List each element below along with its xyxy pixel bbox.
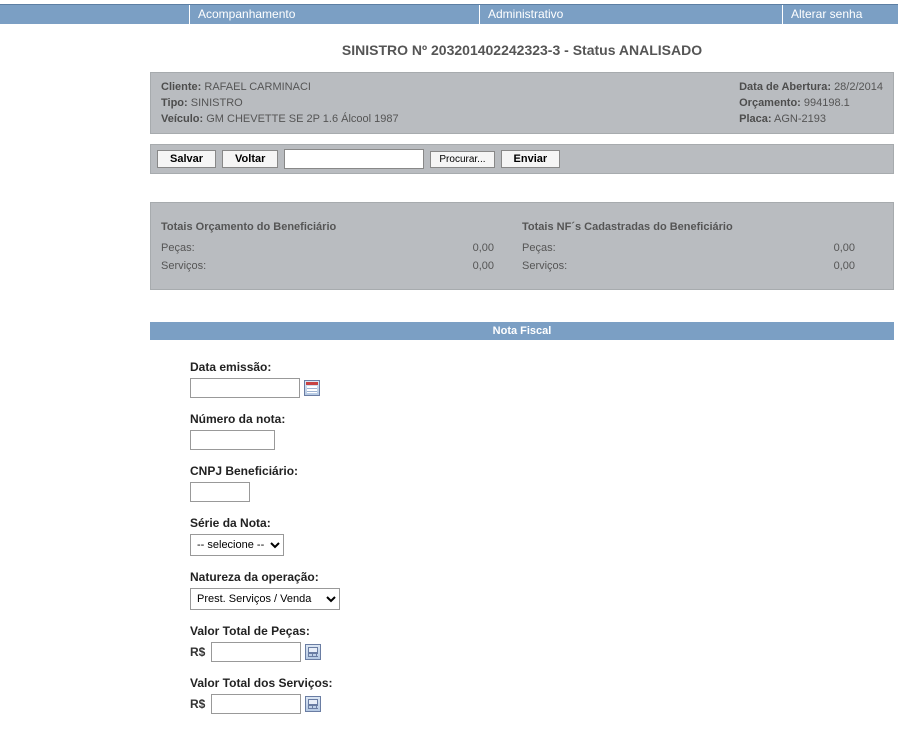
totals-right-pecas-value: 0,00 [834,239,855,257]
file-path-input[interactable] [284,149,424,169]
field-serie: Série da Nota: -- selecione -- [190,516,894,556]
page-title: SINISTRO Nº 203201402242323-3 - Status A… [150,24,894,72]
nav-administrativo[interactable]: Administrativo [479,5,782,24]
totals-right: Totais NF´s Cadastradas do Beneficiário … [522,221,883,275]
nav-acompanhamento[interactable]: Acompanhamento [189,5,479,24]
totals-left: Totais Orçamento do Beneficiário Peças: 0… [161,221,522,275]
header-box: Cliente: RAFAEL CARMINACI Tipo: SINISTRO… [150,72,894,134]
field-valor-servicos: Valor Total dos Serviços: R$ [190,676,894,714]
totals-pecas-label: Peças: [161,239,195,257]
serie-label: Série da Nota: [190,516,894,530]
data-emissao-input[interactable] [190,378,300,398]
save-button[interactable]: Salvar [157,150,216,168]
serie-select[interactable]: -- selecione -- [190,534,284,556]
calculator-icon[interactable] [305,644,321,660]
natureza-label: Natureza da operação: [190,570,894,584]
numero-nota-label: Número da nota: [190,412,894,426]
totals-box: Totais Orçamento do Beneficiário Peças: 0… [150,202,894,290]
field-natureza: Natureza da operação: Prest. Serviços / … [190,570,894,610]
totals-left-title: Totais Orçamento do Beneficiário [161,221,522,233]
totals-servicos-label: Serviços: [161,257,206,275]
natureza-select[interactable]: Prest. Serviços / Venda [190,588,340,610]
button-bar: Salvar Voltar Procurar... Enviar [150,144,894,174]
currency-prefix: R$ [190,697,205,711]
top-nav: Acompanhamento Administrativo Alterar se… [0,4,898,24]
calendar-icon[interactable] [304,380,320,396]
header-left: Cliente: RAFAEL CARMINACI Tipo: SINISTRO… [161,79,399,127]
field-numero-nota: Número da nota: [190,412,894,450]
valor-servicos-input[interactable] [211,694,301,714]
cnpj-label: CNPJ Beneficiário: [190,464,894,478]
form-area: Data emissão: Número da nota: CNPJ Benef… [150,340,894,738]
valor-pecas-label: Valor Total de Peças: [190,624,894,638]
totals-right-title: Totais NF´s Cadastradas do Beneficiário [522,221,883,233]
valor-servicos-label: Valor Total dos Serviços: [190,676,894,690]
browse-button[interactable]: Procurar... [430,151,494,168]
data-emissao-label: Data emissão: [190,360,894,374]
header-right: Data de Abertura: 28/2/2014 Orçamento: 9… [719,79,883,127]
valor-pecas-input[interactable] [211,642,301,662]
nav-alterar-senha[interactable]: Alterar senha [782,5,870,24]
calculator-icon[interactable] [305,696,321,712]
currency-prefix: R$ [190,645,205,659]
totals-left-servicos-value: 0,00 [473,257,494,275]
cnpj-input[interactable] [190,482,250,502]
field-cnpj: CNPJ Beneficiário: [190,464,894,502]
section-nota-fiscal: Nota Fiscal [150,322,894,340]
totals-right-servicos-value: 0,00 [834,257,855,275]
numero-nota-input[interactable] [190,430,275,450]
back-button[interactable]: Voltar [222,150,278,168]
field-valor-pecas: Valor Total de Peças: R$ [190,624,894,662]
field-data-emissao: Data emissão: [190,360,894,398]
totals-left-pecas-value: 0,00 [473,239,494,257]
send-button[interactable]: Enviar [501,150,561,168]
